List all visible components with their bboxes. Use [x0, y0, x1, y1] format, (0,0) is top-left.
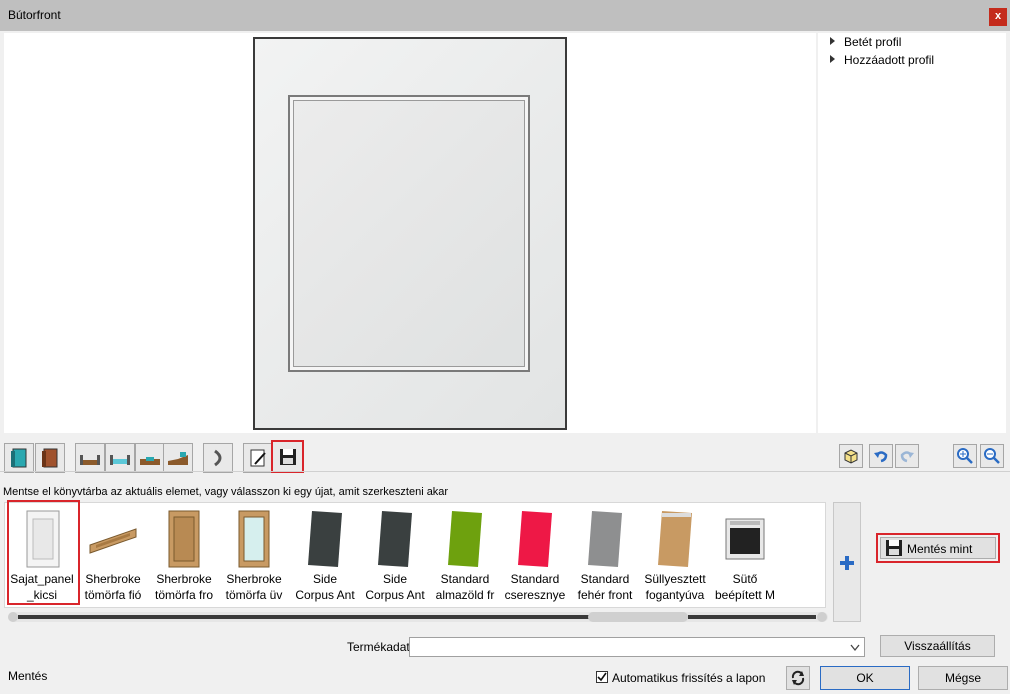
3d-view-button[interactable] [839, 444, 863, 468]
oak-handle-panel-icon [658, 511, 692, 567]
edge-profile-icon [80, 455, 100, 465]
library-item-label: Side Corpus Ant [295, 572, 355, 602]
selected-item-outline [7, 500, 80, 605]
door-teal-icon [11, 448, 27, 468]
save-button[interactable] [271, 440, 304, 473]
floppy-disk-icon [886, 540, 902, 556]
checkmark-icon [597, 672, 607, 682]
edit-document-icon [250, 449, 266, 467]
add-item-button[interactable] [833, 502, 861, 622]
library-item-label: Sherbroke tömörfa fió [84, 572, 142, 602]
red-panel-icon [518, 511, 552, 567]
hint-text: Mentse el könyvtárba az aktuális elemet,… [3, 486, 449, 498]
edge-profile-button-1[interactable] [75, 443, 105, 473]
edit-button[interactable] [243, 443, 273, 473]
reset-button[interactable]: Visszaállítás [880, 635, 995, 657]
edge-profile-groove-icon [140, 457, 160, 465]
cancel-button[interactable]: Mégse [918, 666, 1008, 690]
door-inner-panel [288, 95, 530, 372]
zoom-out-icon [984, 448, 1000, 464]
chevron-down-icon [850, 644, 860, 652]
zoom-in-icon [957, 448, 973, 464]
zoom-out-button[interactable] [980, 444, 1004, 468]
window-title: Bútorfront [8, 8, 61, 22]
library-item[interactable]: Süllyesztett fogantyúva [640, 503, 710, 607]
auto-refresh-checkbox[interactable] [596, 671, 608, 683]
oak-door-icon [168, 510, 200, 568]
save-as-button[interactable]: Mentés mint [880, 537, 996, 559]
expand-arrow-icon [830, 55, 835, 63]
undo-icon [874, 451, 888, 463]
library-item[interactable]: Sherbroke tömörfa fió [78, 503, 148, 607]
plus-icon [840, 556, 854, 570]
save-as-label: Mentés mint [907, 542, 973, 556]
redo-button[interactable] [895, 444, 919, 468]
library-item[interactable]: Side Corpus Ant [360, 503, 430, 607]
library-item[interactable]: Standard almazöld fr [430, 503, 500, 607]
library-item-label: Sherbroke tömörfa üv [225, 572, 283, 602]
library-item[interactable]: Sherbroke tömörfa fro [149, 503, 219, 607]
library-item[interactable]: Sherbroke tömörfa üv [219, 503, 289, 607]
library-item[interactable]: Side Corpus Ant [290, 503, 360, 607]
library-item[interactable]: Sütő beépített M [710, 503, 780, 607]
tree-item-label: Hozzáadott profil [844, 53, 935, 67]
library-item-label: Standard almazöld fr [435, 572, 495, 602]
close-button[interactable]: x [989, 8, 1007, 26]
cube-icon [844, 449, 858, 464]
edge-profile-button-2[interactable] [105, 443, 135, 473]
library-item[interactable]: Standard cseresznye [500, 503, 570, 607]
edge-profile-glass-icon [110, 455, 130, 465]
edge-profile-button-3[interactable] [135, 443, 165, 473]
redo-icon [900, 451, 914, 463]
library-item-label: Standard cseresznye [504, 572, 566, 602]
edge-profile-button-4[interactable] [163, 443, 193, 473]
zoom-in-button[interactable] [953, 444, 977, 468]
product-data-dropdown[interactable] [409, 637, 865, 657]
front-material-button[interactable] [35, 443, 65, 473]
scroll-track-dark [688, 615, 816, 619]
undo-button[interactable] [869, 444, 893, 468]
profile-tree: Betét profil Hozzáadott profil [818, 33, 1006, 433]
library-scrollbar[interactable] [8, 612, 828, 622]
door-wood-icon [42, 448, 58, 468]
grey-panel-icon [588, 511, 622, 567]
scroll-track-dark [18, 615, 593, 619]
scroll-thumb[interactable] [588, 612, 688, 622]
toolbar-divider [0, 471, 1010, 472]
green-panel-icon [448, 511, 482, 567]
library-item-label: Standard fehér front [577, 572, 633, 602]
refresh-button[interactable] [786, 666, 810, 690]
tree-item-added-profile[interactable]: Hozzáadott profil [830, 53, 935, 67]
oak-glass-door-icon [238, 510, 270, 568]
library-item-label: Sütő beépített M [714, 572, 776, 602]
oven-icon [725, 518, 765, 560]
rotate-button[interactable] [203, 443, 233, 473]
ok-button[interactable]: OK [820, 666, 910, 690]
floppy-disk-icon [279, 449, 296, 465]
oak-drawer-front-icon [89, 528, 137, 554]
title-bar [0, 0, 1010, 31]
library-item-label: Süllyesztett fogantyúva [644, 572, 706, 602]
edge-profile-slope-icon [168, 452, 188, 465]
library-item-label: Sherbroke tömörfa fro [154, 572, 214, 602]
scroll-right-handle[interactable] [817, 612, 827, 622]
tree-item-insert-profile[interactable]: Betét profil [830, 35, 902, 49]
front-color-button[interactable] [4, 443, 34, 473]
tree-item-label: Betét profil [844, 35, 902, 49]
auto-refresh-label: Automatikus frissítés a lapon [612, 671, 766, 685]
anthracite-panel-icon [378, 511, 412, 567]
library-strip: Sajat_panel _kicsi Sherbroke tömörfa fió S… [4, 502, 826, 608]
library-item-label: Side Corpus Ant [365, 572, 425, 602]
product-data-label: Termékadat [347, 640, 410, 654]
curve-arrow-icon [214, 449, 222, 467]
expand-arrow-icon [830, 37, 835, 45]
refresh-icon [791, 670, 805, 686]
scroll-left-handle[interactable] [8, 612, 18, 622]
status-text: Mentés [8, 669, 48, 683]
anthracite-panel-icon [308, 511, 342, 567]
library-item[interactable]: Standard fehér front [570, 503, 640, 607]
